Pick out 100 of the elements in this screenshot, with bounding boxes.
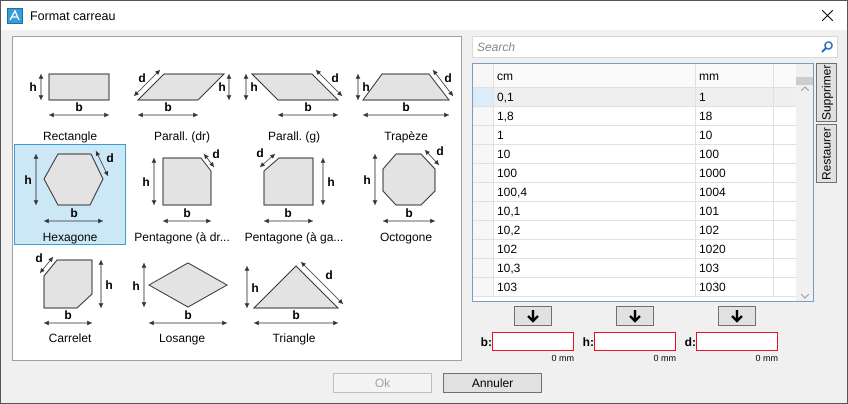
dimension-arrow: [44, 218, 104, 224]
dimension-label: h: [105, 278, 113, 292]
apply-button[interactable]: [514, 306, 552, 326]
table-cell: 10: [696, 126, 774, 144]
column-header[interactable]: cm: [494, 64, 696, 87]
dimension-label: h: [250, 80, 258, 94]
dimension-arrow: [98, 260, 104, 308]
tile-label: Parall. (g): [268, 129, 320, 143]
dimension-arrow: [372, 154, 378, 206]
tile-option[interactable]: h b d Pentagone (à ga...: [238, 144, 350, 245]
tile-option[interactable]: h b d Pentagone (à dr...: [126, 144, 238, 245]
dimension-label: h: [218, 80, 226, 94]
table-row[interactable]: 10,2 102: [473, 221, 796, 240]
tile-option[interactable]: h b d Parall. (g): [238, 43, 350, 144]
input-field[interactable]: [594, 332, 676, 351]
table-cell: 1030: [696, 278, 774, 296]
dimension-label: d: [444, 71, 452, 85]
table-row[interactable]: 103 1030: [473, 278, 796, 297]
dimension-arrow: [96, 150, 108, 176]
tile-option[interactable]: h b d Parall. (dr): [126, 43, 238, 144]
dimension-label: b: [402, 100, 410, 114]
table-row[interactable]: 100 1000: [473, 164, 796, 183]
dimension-label: h: [24, 173, 32, 187]
input-field[interactable]: [696, 332, 778, 351]
dimension-arrow: [300, 262, 344, 304]
dimension-label: h: [29, 80, 37, 94]
tile-shape: [43, 154, 104, 206]
table-cell: 18: [696, 107, 774, 125]
tile-label: Hexagone: [42, 230, 98, 244]
tile-label: Pentagone (à ga...: [244, 230, 344, 244]
dimension-label: h: [327, 175, 335, 189]
app-icon: [7, 8, 23, 24]
tile-label: Losange: [158, 331, 206, 345]
tile-shape: [162, 158, 212, 206]
side-button[interactable]: Restaurer: [816, 124, 837, 183]
tile-option[interactable]: h b d Triangle: [238, 245, 350, 346]
dimension-arrow: [134, 70, 160, 96]
table-cell: 1020: [696, 240, 774, 258]
table-row[interactable]: 10,1 101: [473, 202, 796, 221]
table-row[interactable]: 1 10: [473, 126, 796, 145]
dimension-arrow: [244, 266, 250, 308]
apply-button[interactable]: [718, 306, 756, 326]
dimension-label: h: [251, 281, 259, 295]
dimension-label: d: [212, 147, 220, 161]
tile-label: Triangle: [272, 331, 316, 345]
dimension-arrow: [382, 218, 436, 224]
dimension-arrow: [142, 262, 146, 308]
tile-shape: [48, 74, 110, 100]
table-cell: 1004: [696, 183, 774, 201]
table-cell: 100: [696, 145, 774, 163]
dimension-arrow: [138, 112, 198, 118]
dimension-label: b: [304, 100, 312, 114]
dimension-label: b: [284, 206, 292, 220]
table-cell: 102: [494, 240, 696, 258]
field-label: d:: [684, 334, 696, 348]
scroll-up-icon[interactable]: [800, 86, 808, 91]
apply-button[interactable]: [616, 306, 654, 326]
scrollbar-thumb[interactable]: [796, 77, 813, 85]
dimension-label: b: [292, 308, 300, 322]
tile-option[interactable]: h b d Carrelet: [14, 245, 126, 346]
dimension-label: h: [132, 279, 140, 293]
dimension-arrow: [320, 158, 326, 206]
dimension-arrow: [244, 74, 248, 100]
table-cell: 100,4: [494, 183, 696, 201]
dimension-label: d: [331, 71, 339, 85]
dimension-arrow: [278, 112, 338, 118]
dimension-label: h: [142, 175, 150, 189]
dimension-arrow: [34, 154, 38, 206]
input-field[interactable]: [492, 332, 574, 351]
table-cell: 103: [696, 259, 774, 277]
field-label: h:: [582, 334, 594, 348]
column-header[interactable]: mm: [696, 64, 774, 87]
table-cell: 100: [494, 164, 696, 182]
table-row[interactable]: 0,1 1: [473, 88, 796, 107]
table-row[interactable]: 100,4 1004: [473, 183, 796, 202]
dimension-label: b: [64, 308, 72, 322]
table-cell: 10,1: [494, 202, 696, 220]
tile-option[interactable]: h b d Octogone: [350, 144, 462, 245]
dimension-label: b: [405, 206, 413, 220]
tile-label: Trapèze: [384, 129, 428, 143]
table-row[interactable]: 10 100: [473, 145, 796, 164]
dimension-arrow: [204, 154, 214, 168]
scroll-down-icon[interactable]: [800, 294, 808, 299]
dimension-label: b: [183, 206, 191, 220]
dimension-arrow: [162, 218, 212, 224]
search-icon: [821, 41, 833, 53]
unit-text: 0 mm: [552, 353, 574, 363]
dimension-label: b: [70, 206, 78, 220]
table-cell: 10,2: [494, 221, 696, 239]
dimension-arrow: [38, 74, 44, 100]
side-button[interactable]: Supprimer: [816, 63, 837, 122]
tile-option[interactable]: h b Losange: [126, 245, 238, 346]
dialog-button[interactable]: Annuler: [443, 373, 542, 393]
table-row[interactable]: 1,8 18: [473, 107, 796, 126]
tile-label: Pentagone (à dr...: [134, 230, 230, 244]
tile-label: Octogone: [380, 230, 432, 244]
table-row[interactable]: 102 1020: [473, 240, 796, 259]
search-field[interactable]: Search: [472, 36, 838, 58]
table-row[interactable]: 10,3 103: [473, 259, 796, 278]
table-cell: 0,1: [494, 88, 696, 106]
